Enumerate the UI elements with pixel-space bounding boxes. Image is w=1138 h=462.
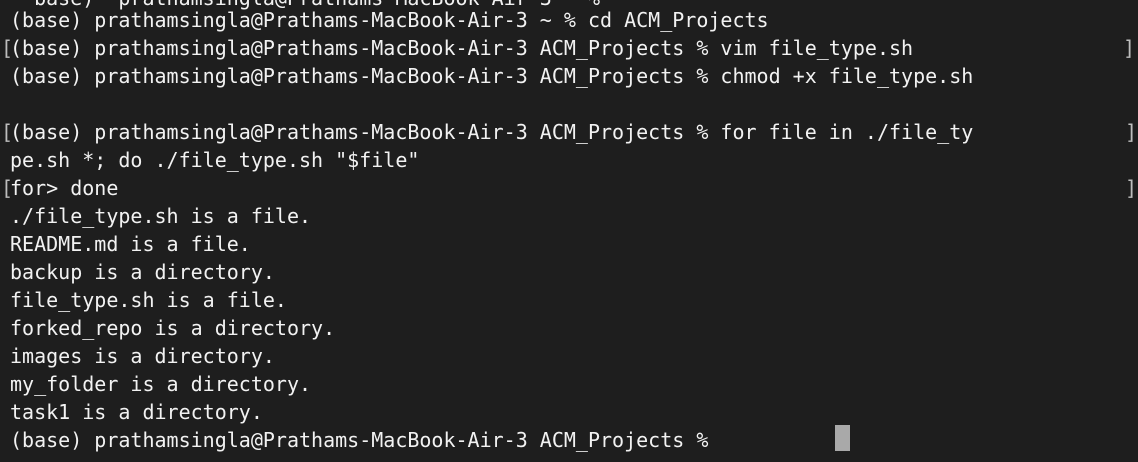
- terminal-line: (base) prathamsingla@Prathams-MacBook-Ai…: [10, 120, 974, 144]
- output-line: forked_repo is a directory.: [10, 316, 336, 340]
- prompt-line[interactable]: (base) prathamsingla@Prathams-MacBook-Ai…: [10, 426, 720, 454]
- output-line: task1 is a directory.: [10, 400, 263, 424]
- output-line: file_type.sh is a file.: [10, 288, 287, 312]
- terminal-line: (base) prathamsingla@Prathams-MacBook-Ai…: [10, 36, 914, 60]
- selection-bracket-right-icon: ]: [1125, 120, 1138, 144]
- text-cursor: [835, 425, 850, 451]
- output-line: my_folder is a directory.: [10, 372, 312, 396]
- output-line: backup is a directory.: [10, 260, 275, 284]
- terminal-line: for> done: [10, 176, 119, 200]
- output-line: images is a directory.: [10, 344, 275, 368]
- output-line: README.md is a file.: [10, 232, 251, 256]
- selection-bracket-right-icon: ]: [1123, 36, 1136, 60]
- selection-bracket-right-icon: ]: [1125, 176, 1138, 200]
- output-line: ./file_type.sh is a file.: [10, 204, 312, 228]
- terminal-line: pe.sh *; do ./file_type.sh "$file": [10, 148, 420, 172]
- terminal-line: (base) prathamsingla@Prathams-MacBook-Ai…: [10, 8, 769, 32]
- terminal-line: (base) prathamsingla@Prathams-MacBook-Ai…: [10, 64, 974, 88]
- terminal-window[interactable]: base) prathamsingla@Prathams-MacBook-Air…: [0, 0, 1138, 462]
